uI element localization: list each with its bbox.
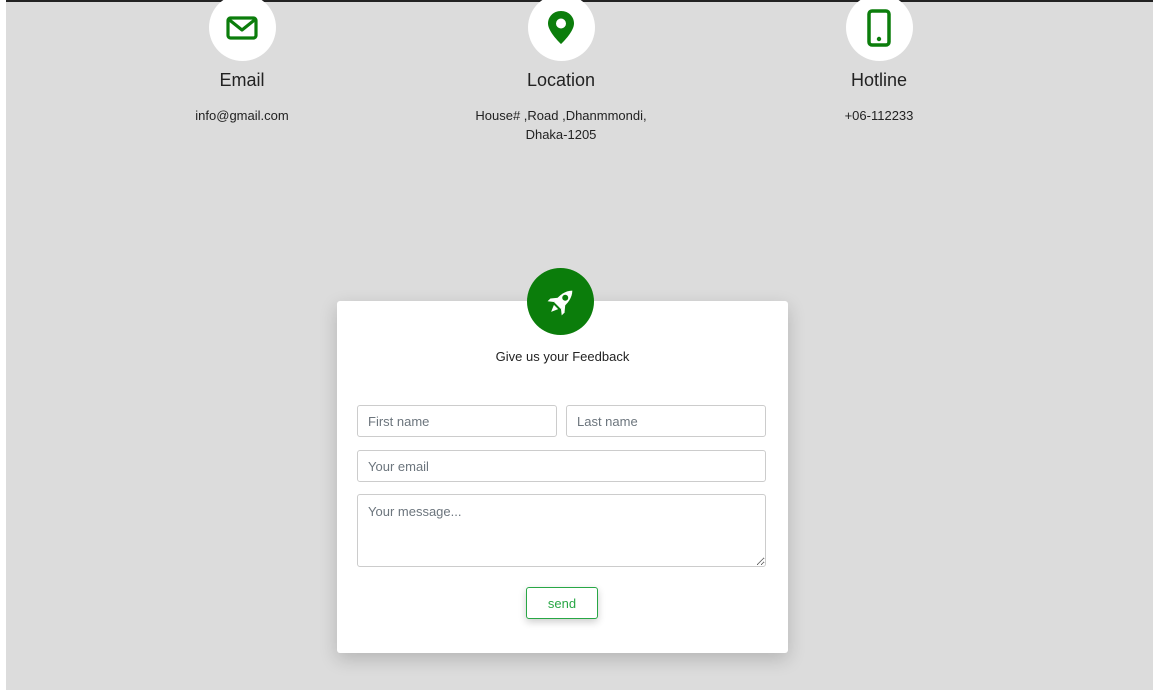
email-input[interactable] bbox=[357, 450, 766, 482]
feedback-badge bbox=[527, 268, 594, 335]
location-icon-circle bbox=[527, 0, 595, 61]
map-pin-icon bbox=[548, 10, 574, 44]
email-info: Email info@gmail.com bbox=[122, 0, 362, 125]
rocket-icon bbox=[547, 290, 572, 315]
email-value: info@gmail.com bbox=[195, 108, 289, 123]
first-name-input[interactable] bbox=[357, 405, 557, 437]
envelope-icon bbox=[226, 15, 258, 40]
message-textarea[interactable] bbox=[357, 494, 766, 567]
email-icon-circle bbox=[208, 0, 276, 61]
last-name-input[interactable] bbox=[566, 405, 766, 437]
hotline-number: +06-112233 bbox=[844, 108, 914, 123]
feedback-card: Give us your Feedback send bbox=[337, 301, 788, 653]
location-address: House# ,Road ,Dhanmmondi, Dhaka-1205 bbox=[441, 106, 681, 144]
contact-page: Email info@gmail.com Location House# ,Ro… bbox=[6, 0, 1153, 690]
hotline-info: Hotline +06-112233 bbox=[759, 0, 999, 125]
hotline-title: Hotline bbox=[850, 70, 908, 90]
location-title: Location bbox=[526, 70, 596, 90]
send-button[interactable]: send bbox=[526, 587, 598, 619]
mobile-phone-icon bbox=[867, 8, 891, 47]
email-title: Email bbox=[219, 70, 265, 90]
location-address-line1: House# ,Road ,Dhanmmondi, bbox=[475, 108, 647, 123]
location-info: Location House# ,Road ,Dhanmmondi, Dhaka… bbox=[441, 0, 681, 144]
feedback-title: Give us your Feedback bbox=[495, 349, 630, 364]
location-address-line2: Dhaka-1205 bbox=[525, 127, 597, 142]
hotline-icon-circle bbox=[845, 0, 913, 61]
